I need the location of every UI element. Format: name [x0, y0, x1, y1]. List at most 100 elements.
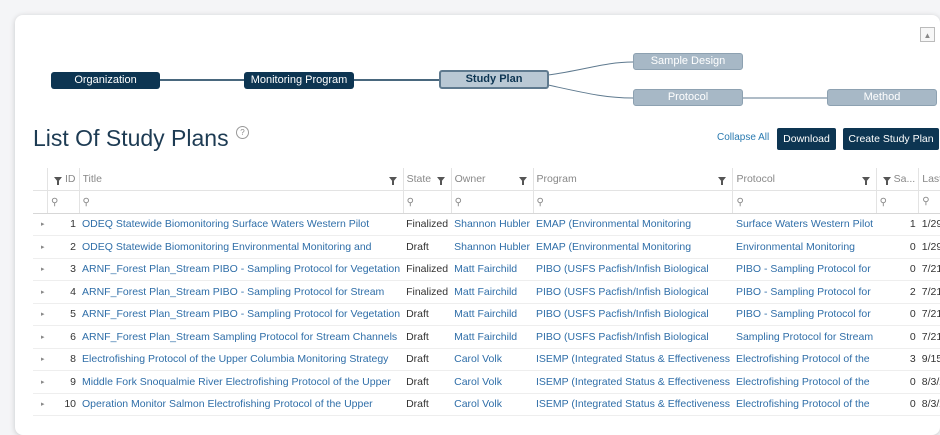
- cell-state: Draft: [403, 303, 452, 326]
- search-icon: ⚲: [454, 196, 462, 208]
- cell-title[interactable]: ARNF_Forest Plan_Stream PIBO - Sampling …: [79, 303, 404, 326]
- workflow-node-sample-design[interactable]: Sample Design: [633, 53, 743, 70]
- expand-arrow-icon[interactable]: ▸: [33, 280, 48, 304]
- cell-last-modified: 7/21/2016: [918, 258, 940, 281]
- column-header-owner[interactable]: Owner: [451, 168, 534, 191]
- cell-protocol[interactable]: PIBO - Sampling Protocol for: [732, 280, 877, 304]
- cell-protocol[interactable]: Environmental Monitoring: [732, 235, 877, 259]
- filter-icon[interactable]: [882, 176, 891, 185]
- cell-program[interactable]: PIBO (USFS Pacfish/Infish Biological: [533, 280, 733, 304]
- download-button[interactable]: Download: [777, 128, 836, 150]
- page-title: List Of Study Plans: [33, 125, 229, 151]
- cell-owner[interactable]: Carol Volk: [451, 348, 533, 371]
- cell-owner[interactable]: Matt Fairchild: [451, 303, 533, 326]
- create-study-plan-button[interactable]: Create Study Plan: [843, 128, 939, 150]
- cell-owner[interactable]: Carol Volk: [451, 393, 533, 416]
- cell-title[interactable]: Middle Fork Snoqualmie River Electrofish…: [79, 370, 404, 394]
- cell-protocol[interactable]: PIBO - Sampling Protocol for: [732, 303, 877, 326]
- column-header-title[interactable]: Title: [79, 168, 404, 191]
- cell-title[interactable]: Electrofishing Protocol of the Upper Col…: [79, 348, 404, 371]
- cell-protocol[interactable]: Electrofishing Protocol of the: [732, 393, 877, 416]
- cell-samples: 0: [876, 235, 919, 259]
- cell-program[interactable]: PIBO (USFS Pacfish/Infish Biological: [533, 325, 733, 349]
- table-row[interactable]: ▸ 9 Middle Fork Snoqualmie River Electrofi…: [33, 370, 940, 394]
- cell-title[interactable]: ARNF_Forest Plan_Stream Sampling Protoco…: [79, 325, 404, 349]
- cell-program[interactable]: ISEMP (Integrated Status & Effectiveness: [533, 393, 733, 416]
- filter-icon[interactable]: [518, 176, 527, 185]
- expand-arrow-icon[interactable]: ▸: [33, 258, 48, 281]
- filter-input-title[interactable]: ⚲: [79, 190, 404, 214]
- filter-icon[interactable]: [54, 176, 63, 185]
- cell-program[interactable]: ISEMP (Integrated Status & Effectiveness: [533, 370, 733, 394]
- cell-program[interactable]: EMAP (Environmental Monitoring: [533, 235, 733, 259]
- workflow-node-monitoring-program[interactable]: Monitoring Program: [244, 72, 354, 89]
- workflow-node-protocol[interactable]: Protocol: [633, 89, 743, 106]
- cell-title[interactable]: ARNF_Forest Plan_Stream PIBO - Sampling …: [79, 258, 404, 281]
- filter-input-owner[interactable]: ⚲: [451, 190, 534, 214]
- cell-protocol[interactable]: Electrofishing Protocol of the: [732, 370, 877, 394]
- column-header-program[interactable]: Program: [533, 168, 734, 191]
- filter-icon[interactable]: [388, 176, 397, 185]
- workflow-node-method[interactable]: Method: [827, 89, 937, 106]
- cell-id: 4: [47, 280, 80, 304]
- filter-icon[interactable]: [436, 176, 445, 185]
- cell-protocol[interactable]: Surface Waters Western Pilot: [732, 213, 877, 236]
- table-row[interactable]: ▸ 5 ARNF_Forest Plan_Stream PIBO - Samplin…: [33, 303, 940, 326]
- filter-input-id[interactable]: ⚲: [47, 190, 80, 214]
- table-row[interactable]: ▸ 8 Electrofishing Protocol of the Upper C…: [33, 348, 940, 371]
- cell-title[interactable]: ODEQ Statewide Biomonitoring Environment…: [79, 235, 404, 259]
- search-icon: ⚲: [922, 196, 930, 208]
- cell-program[interactable]: EMAP (Environmental Monitoring: [533, 213, 733, 236]
- table-row[interactable]: ▸ 2 ODEQ Statewide Biomonitoring Environme…: [33, 235, 940, 259]
- cell-program[interactable]: PIBO (USFS Pacfish/Infish Biological: [533, 258, 733, 281]
- cell-id: 10: [47, 393, 80, 416]
- cell-owner[interactable]: Shannon Hubler: [451, 235, 533, 259]
- cell-title[interactable]: ODEQ Statewide Biomonitoring Surface Wat…: [79, 213, 404, 236]
- filter-input-state[interactable]: ⚲: [403, 190, 452, 214]
- cell-owner[interactable]: Carol Volk: [451, 370, 533, 394]
- expand-arrow-icon[interactable]: ▸: [33, 303, 48, 326]
- filter-input-samples[interactable]: ⚲: [876, 190, 920, 214]
- cell-title[interactable]: ARNF_Forest Plan_Stream PIBO - Sampling …: [79, 280, 404, 304]
- cell-protocol[interactable]: PIBO - Sampling Protocol for: [732, 258, 877, 281]
- expand-arrow-icon[interactable]: ▸: [33, 393, 48, 416]
- cell-state: Draft: [403, 370, 452, 394]
- column-header-samples[interactable]: Sa...: [876, 168, 920, 191]
- table-row[interactable]: ▸ 6 ARNF_Forest Plan_Stream Sampling Proto…: [33, 325, 940, 349]
- cell-protocol[interactable]: Sampling Protocol for Stream: [732, 325, 877, 349]
- column-header-id[interactable]: ID: [47, 168, 80, 191]
- column-header-state[interactable]: State: [403, 168, 452, 191]
- table-row[interactable]: ▸ 3 ARNF_Forest Plan_Stream PIBO - Samplin…: [33, 258, 940, 281]
- cell-owner[interactable]: Matt Fairchild: [451, 325, 533, 349]
- collapse-all-link[interactable]: Collapse All: [717, 132, 769, 143]
- column-header-protocol[interactable]: Protocol: [732, 168, 877, 191]
- expand-arrow-icon[interactable]: ▸: [33, 325, 48, 349]
- expand-arrow-icon[interactable]: ▸: [33, 370, 48, 394]
- study-plans-panel: ▲ Organization Monitoring Program Study …: [15, 15, 940, 435]
- table-row[interactable]: ▸ 4 ARNF_Forest Plan_Stream PIBO - Samplin…: [33, 280, 940, 304]
- cell-owner[interactable]: Matt Fairchild: [451, 280, 533, 304]
- workflow-node-study-plan[interactable]: Study Plan: [439, 70, 549, 89]
- workflow-node-organization[interactable]: Organization: [51, 72, 160, 89]
- filter-icon[interactable]: [718, 176, 727, 185]
- cell-id: 5: [47, 303, 80, 326]
- cell-owner[interactable]: Shannon Hubler: [451, 213, 533, 236]
- filter-icon[interactable]: [861, 176, 870, 185]
- cell-protocol[interactable]: Electrofishing Protocol of the: [732, 348, 877, 371]
- cell-owner[interactable]: Matt Fairchild: [451, 258, 533, 281]
- column-header-last-modified[interactable]: Last Mod...: [918, 168, 940, 191]
- expand-arrow-icon[interactable]: ▸: [33, 235, 48, 259]
- help-icon[interactable]: ?: [236, 126, 249, 139]
- cell-title[interactable]: Operation Monitor Salmon Electrofishing …: [79, 393, 404, 416]
- filter-input-program[interactable]: ⚲: [533, 190, 734, 214]
- cell-program[interactable]: PIBO (USFS Pacfish/Infish Biological: [533, 303, 733, 326]
- cell-program[interactable]: ISEMP (Integrated Status & Effectiveness: [533, 348, 733, 371]
- expand-arrow-icon[interactable]: ▸: [33, 348, 48, 371]
- table-row[interactable]: ▸ 1 ODEQ Statewide Biomonitoring Surface W…: [33, 213, 940, 236]
- filter-input-protocol[interactable]: ⚲: [732, 190, 877, 214]
- search-icon: ⚲: [536, 196, 544, 208]
- filter-input-last-modified[interactable]: ⚲: [918, 190, 940, 214]
- expand-arrow-icon[interactable]: ▸: [33, 213, 48, 236]
- table-row[interactable]: ▸ 10 Operation Monitor Salmon Electrofishi…: [33, 393, 940, 416]
- cell-id: 8: [47, 348, 80, 371]
